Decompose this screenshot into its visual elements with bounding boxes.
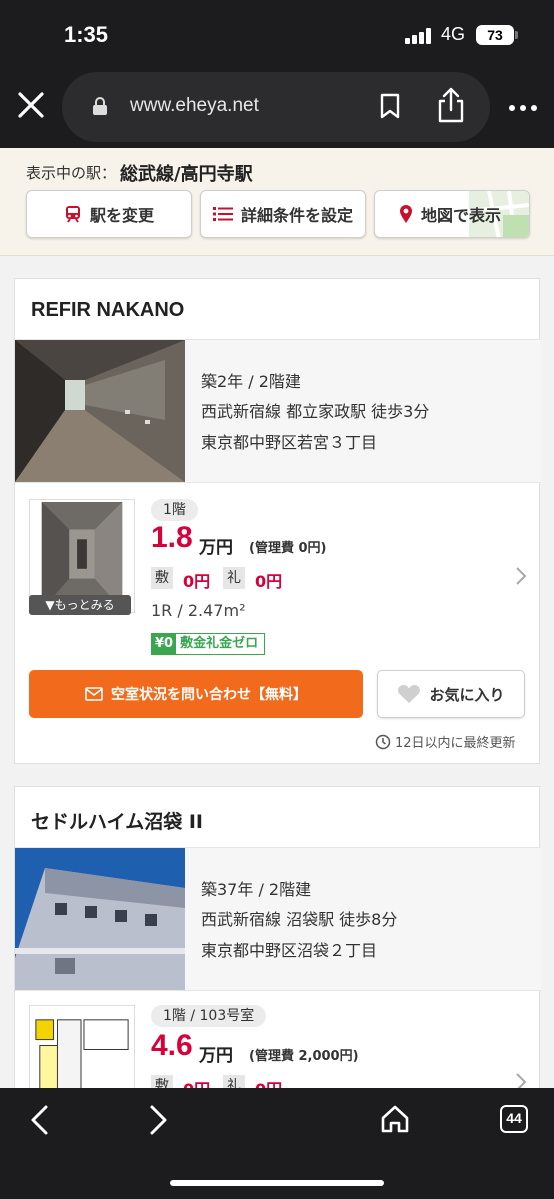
back-icon[interactable]	[28, 1104, 52, 1136]
station-access: 西武新宿線 都立家政駅 徒歩3分	[201, 402, 430, 421]
home-indicator	[170, 1180, 384, 1186]
lock-icon	[93, 97, 107, 115]
listing-card[interactable]: セドルハイム沼袋 II 築37年 / 2階建 西武新宿線 沼袋駅 徒歩8分 東京…	[14, 786, 541, 1099]
floor-badge: 1階	[151, 499, 198, 521]
deposit-tag: 敷	[151, 567, 173, 589]
status-time: 1:35	[64, 22, 109, 47]
mail-icon	[85, 687, 103, 701]
train-icon	[65, 206, 80, 223]
room-layout: 1R / 2.47m²	[151, 601, 246, 620]
favorite-label: お気に入り	[429, 685, 505, 704]
property-name: REFIR NAKANO	[31, 299, 185, 321]
map-view-label: 地図で表示	[421, 206, 502, 225]
property-address: 東京都中野区沼袋２丁目	[201, 941, 378, 960]
key-money-tag: 礼	[223, 567, 245, 589]
map-view-button[interactable]: 地図で表示	[374, 190, 530, 238]
station-access: 西武新宿線 沼袋駅 徒歩8分	[201, 910, 398, 929]
inquiry-label: 空室状況を問い合わせ【無料】	[111, 687, 307, 703]
signal-icon	[405, 28, 431, 44]
key-money-value: 0円	[255, 572, 283, 591]
building-age: 築2年 / 2階建	[201, 372, 301, 391]
management-fee: (管理費 0円)	[249, 541, 327, 556]
list-icon	[212, 207, 233, 221]
property-summary[interactable]: 築2年 / 2階建 西武新宿線 都立家政駅 徒歩3分 東京都中野区若宮３丁目	[15, 339, 541, 483]
property-address: 東京都中野区若宮３丁目	[201, 433, 378, 452]
close-icon[interactable]	[14, 88, 48, 122]
address-bar[interactable]	[62, 72, 490, 142]
map-pin-icon	[400, 205, 412, 223]
listing-card[interactable]: REFIR NAKANO 築2年 / 2階建 西武新宿線 都立家政駅 徒歩3分 …	[14, 278, 541, 764]
favorite-button[interactable]: お気に入り	[377, 670, 525, 718]
management-fee: (管理費 2,000円)	[249, 1049, 359, 1064]
rent-value: 4.6	[151, 1029, 193, 1062]
clock-icon	[375, 734, 391, 749]
url-text[interactable]: www.eheya.net	[130, 95, 259, 117]
change-station-button[interactable]: 駅を変更	[26, 190, 192, 238]
tabs-count-icon[interactable]: 44	[500, 1105, 528, 1133]
bookmark-icon[interactable]	[378, 92, 402, 120]
property-summary[interactable]: 築37年 / 2階建 西武新宿線 沼袋駅 徒歩8分 東京都中野区沼袋２丁目	[15, 847, 541, 991]
forward-icon[interactable]	[146, 1104, 170, 1136]
battery-icon: 73	[476, 25, 514, 45]
change-station-label: 駅を変更	[89, 206, 154, 225]
detail-conditions-button[interactable]: 詳細条件を設定	[200, 190, 366, 238]
share-icon[interactable]	[436, 86, 466, 124]
rent-unit: 万円	[199, 1046, 233, 1066]
zero-deposit-label: 敷金礼金ゼロ	[180, 636, 259, 651]
station-label: 表示中の駅：	[26, 164, 117, 182]
building-age: 築37年 / 2階建	[201, 880, 312, 899]
home-icon[interactable]	[380, 1104, 410, 1134]
property-name: セドルハイム沼袋 II	[31, 811, 203, 833]
detail-conditions-label: 詳細条件を設定	[240, 206, 353, 225]
rent-value: 1.8	[151, 521, 193, 554]
deposit-value: 0円	[183, 572, 211, 591]
floor-badge: 1階 / 103号室	[151, 1005, 267, 1027]
heart-icon	[398, 685, 421, 703]
property-photo[interactable]	[15, 340, 185, 482]
inquiry-button[interactable]: 空室状況を問い合わせ【無料】	[29, 670, 363, 718]
rent-unit: 万円	[199, 538, 233, 558]
chevron-right-icon[interactable]	[515, 566, 527, 586]
station-name: 総武線/高円寺駅	[120, 164, 253, 185]
network-type: 4G	[441, 24, 466, 44]
zero-yen-mark: ¥0	[152, 634, 177, 654]
property-photo[interactable]	[15, 848, 185, 990]
battery-cap	[515, 31, 518, 39]
see-more-label[interactable]: ▼もっとみる	[29, 595, 131, 615]
last-updated: 12日以内に最終更新	[375, 732, 516, 751]
last-updated-label: 12日以内に最終更新	[395, 736, 516, 751]
zero-deposit-badge: ¥0 敷金礼金ゼロ	[151, 633, 266, 655]
more-icon[interactable]	[508, 104, 538, 112]
floor-plan-thumbnail[interactable]	[29, 1005, 135, 1089]
